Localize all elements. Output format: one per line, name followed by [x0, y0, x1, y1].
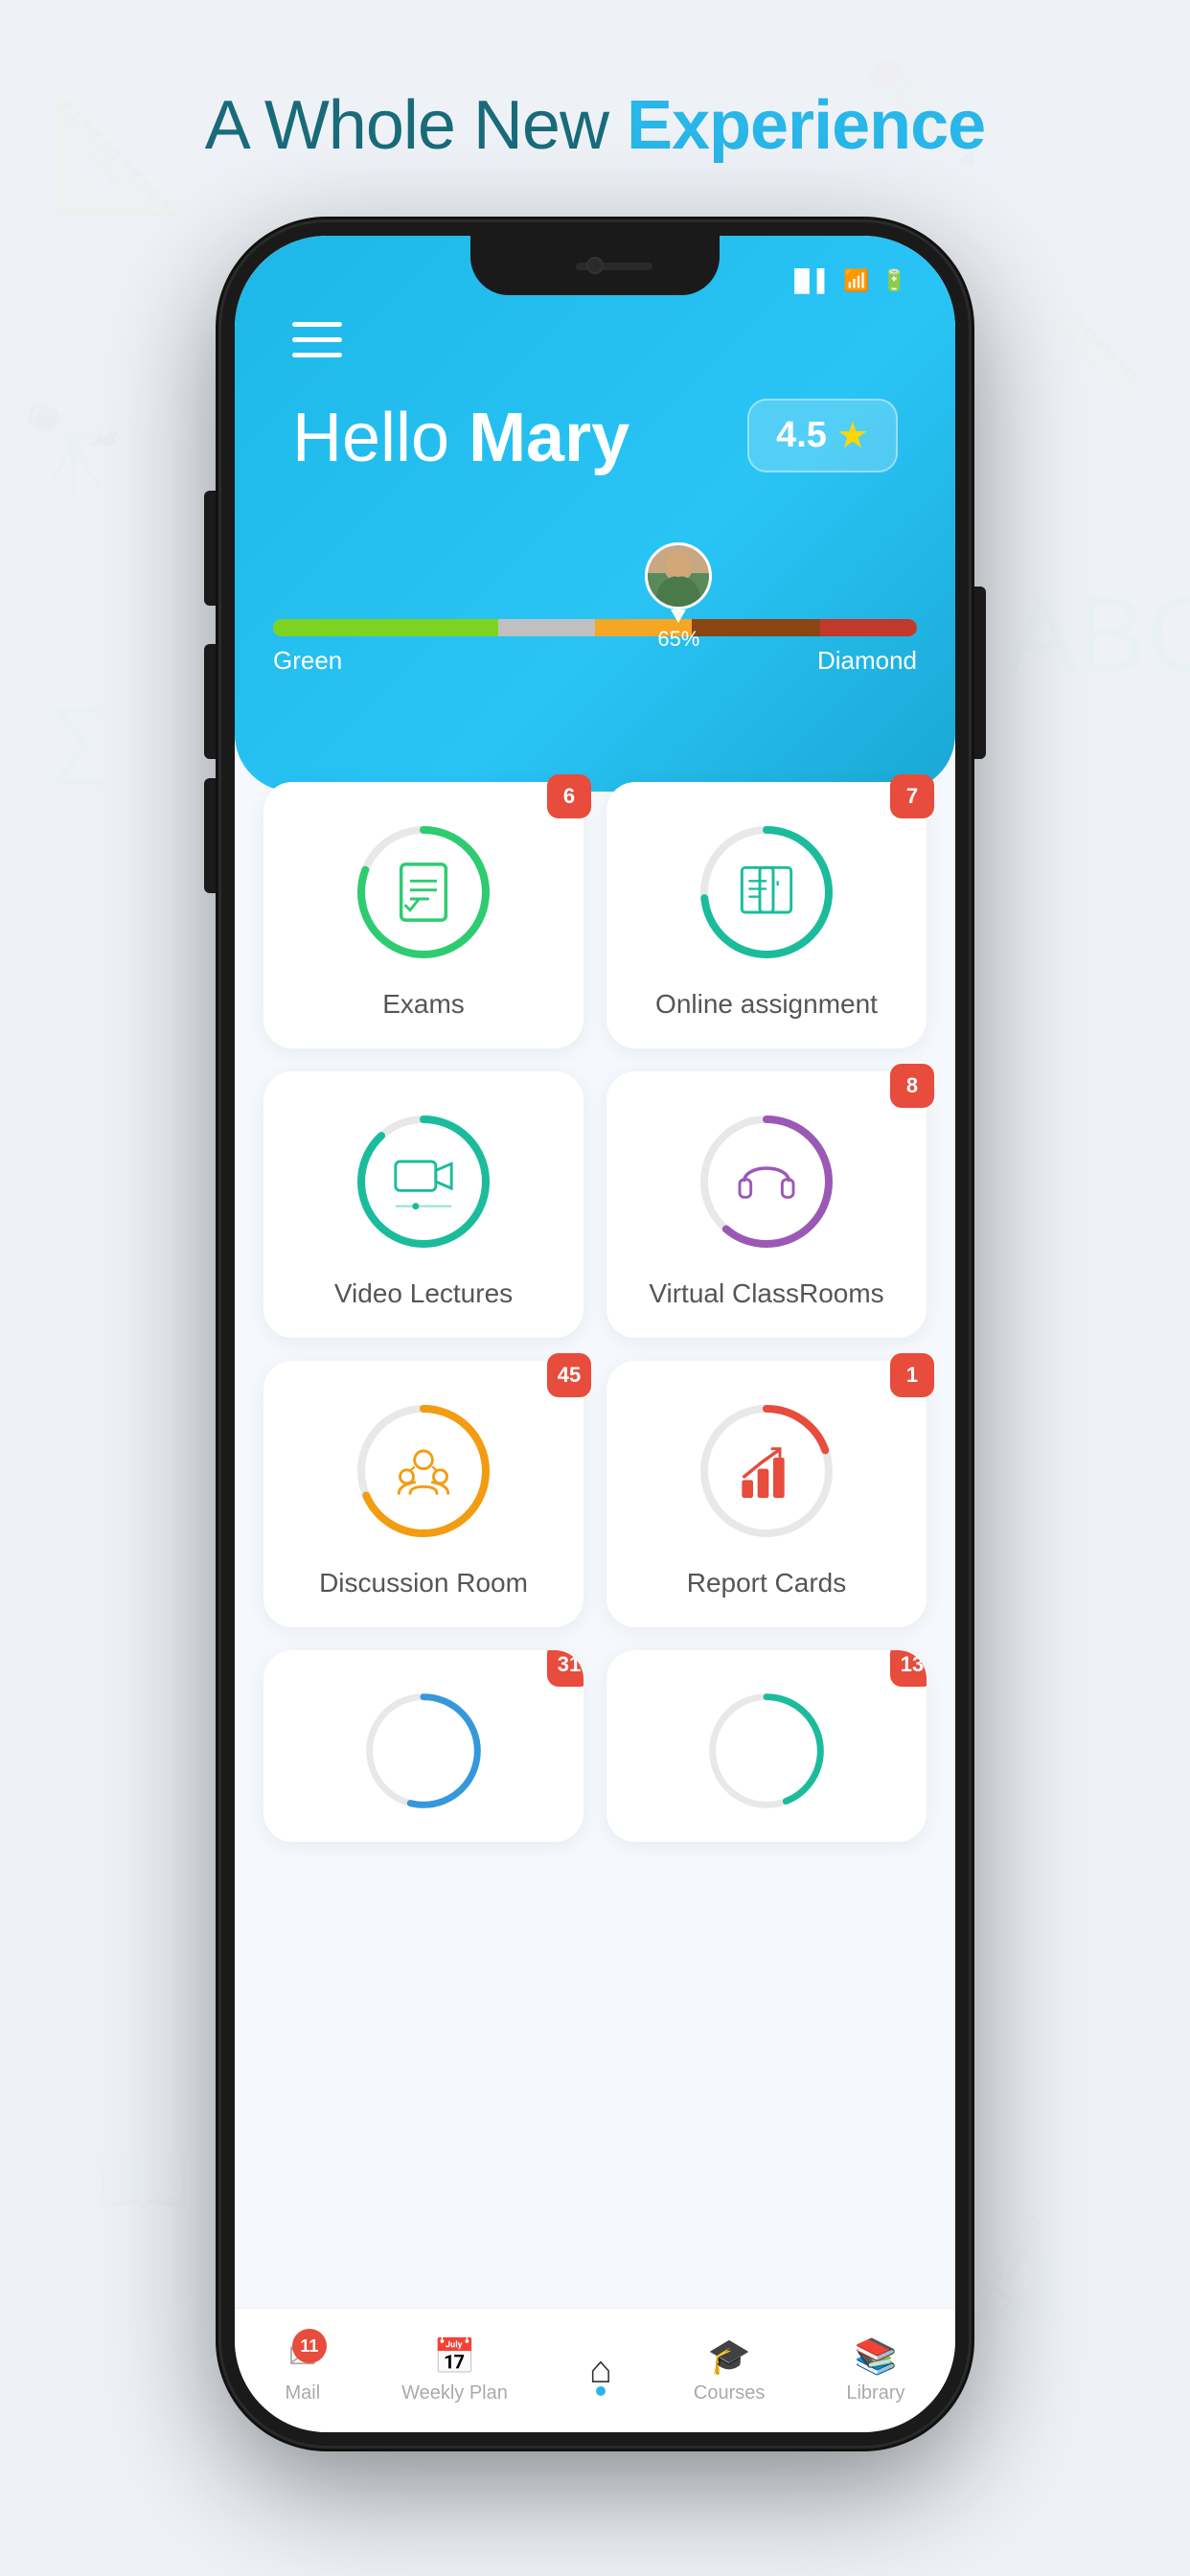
svg-text:∑: ∑ — [48, 690, 109, 786]
svg-text:🔬: 🔬 — [958, 2210, 1078, 2321]
notch — [470, 236, 720, 295]
badge-exams: 6 — [547, 774, 591, 818]
partial-badge-2: 13 — [890, 1650, 927, 1687]
icon-exams — [352, 820, 495, 964]
main-content: 6 — [235, 753, 955, 2327]
discussion-label: Discussion Room — [319, 1568, 528, 1598]
card-discussion-room[interactable]: 45 — [263, 1361, 584, 1627]
nav-courses[interactable]: 🎓 Courses — [694, 2336, 765, 2404]
discussion-icon-inner — [380, 1428, 467, 1514]
report-label: Report Cards — [687, 1568, 847, 1598]
weekly-plan-label: Weekly Plan — [401, 2382, 508, 2404]
cards-grid: 6 — [263, 782, 927, 1627]
hamburger-menu[interactable] — [292, 322, 342, 357]
classrooms-label: Virtual ClassRooms — [649, 1278, 883, 1309]
progress-red — [820, 619, 917, 636]
progress-green — [273, 619, 498, 636]
progress-avatar: 65% — [645, 542, 712, 652]
partial-card-2[interactable]: 13 — [606, 1650, 927, 1842]
svg-text:📏: 📏 — [1054, 313, 1150, 401]
icon-report — [695, 1399, 838, 1543]
card-report-cards[interactable]: 1 — [606, 1361, 927, 1627]
greeting-name: Mary — [469, 400, 629, 476]
header-section: Hello Mary 4.5 ★ — [235, 236, 955, 792]
greeting: Hello Mary — [292, 399, 629, 477]
svg-text:🔭: 🔭 — [19, 401, 126, 498]
star-icon: ★ — [836, 414, 869, 457]
card-online-assignment[interactable]: 7 — [606, 782, 927, 1048]
page-title: A Whole New Experience — [205, 86, 985, 165]
hamburger-line-1 — [292, 322, 342, 327]
phone-device: ▐▌▌ 📶 🔋 Hello Mary 4.5 ★ — [221, 222, 969, 2446]
video-icon-inner — [380, 1138, 467, 1225]
nav-library[interactable]: 📚 Library — [846, 2336, 904, 2404]
badge-report: 1 — [890, 1353, 934, 1397]
report-icon-inner — [723, 1428, 810, 1514]
svg-text:📖: 📖 — [96, 2135, 192, 2220]
nav-mail[interactable]: ✉ 11 Mail — [285, 2336, 320, 2404]
rating-number: 4.5 — [776, 415, 827, 456]
title-bold: Experience — [627, 87, 985, 164]
badge-assignment: 7 — [890, 774, 934, 818]
signal-icon: ▐▌▌ — [787, 268, 832, 293]
weekly-plan-icon: 📅 — [433, 2336, 476, 2377]
partial-badge-1: 31 — [547, 1650, 584, 1687]
assignment-label: Online assignment — [655, 989, 878, 1020]
video-label: Video Lectures — [334, 1278, 513, 1309]
courses-icon: 🎓 — [708, 2336, 751, 2377]
title-normal: A Whole New — [205, 87, 627, 164]
badge-discussion: 45 — [547, 1353, 591, 1397]
battery-icon: 🔋 — [881, 268, 907, 293]
level-end-label: Diamond — [817, 646, 917, 676]
library-label: Library — [846, 2382, 904, 2404]
card-exams[interactable]: 6 — [263, 782, 584, 1048]
progress-labels: Green Diamond — [273, 646, 917, 676]
progress-percent: 65% — [657, 627, 699, 652]
courses-label: Courses — [694, 2382, 765, 2404]
library-icon: 📚 — [855, 2336, 898, 2377]
nav-home[interactable]: ⌂ — [589, 2349, 612, 2392]
greeting-normal: Hello — [292, 400, 469, 476]
level-start-label: Green — [273, 646, 342, 676]
mail-badge: 11 — [292, 2329, 327, 2363]
icon-video — [352, 1110, 495, 1254]
rating-badge: 4.5 ★ — [747, 399, 898, 472]
progress-section: 65% Green Diamond — [273, 542, 917, 676]
hamburger-line-2 — [292, 337, 342, 342]
progress-gray — [498, 619, 595, 636]
wifi-icon: 📶 — [843, 268, 869, 293]
nav-weekly-plan[interactable]: 📅 Weekly Plan — [401, 2336, 508, 2404]
bottom-nav: ✉ 11 Mail 📅 Weekly Plan ⌂ 🎓 Courses 📚 Li… — [235, 2308, 955, 2432]
progress-bar — [273, 619, 917, 636]
assignment-icon-inner — [723, 849, 810, 935]
avatar-pin — [671, 610, 686, 623]
partial-cards-row: 31 13 — [263, 1650, 927, 1842]
icon-assignment — [695, 820, 838, 964]
headphones-icon-inner — [723, 1138, 810, 1225]
badge-classrooms: 8 — [890, 1064, 934, 1108]
card-video-lectures[interactable]: Video Lectures — [263, 1071, 584, 1338]
hamburger-line-3 — [292, 353, 342, 357]
partial-card-1[interactable]: 31 — [263, 1650, 584, 1842]
icon-classrooms — [695, 1110, 838, 1254]
phone-screen: ▐▌▌ 📶 🔋 Hello Mary 4.5 ★ — [235, 236, 955, 2432]
svg-text:ABC: ABC — [1006, 576, 1190, 694]
status-icons: ▐▌▌ 📶 🔋 — [787, 268, 907, 293]
exams-icon-inner — [380, 849, 467, 935]
icon-discussion — [352, 1399, 495, 1543]
camera — [586, 257, 604, 274]
exams-label: Exams — [382, 989, 465, 1020]
home-active-dot — [596, 2386, 606, 2396]
mail-label: Mail — [285, 2382, 320, 2404]
avatar-image — [645, 542, 712, 610]
svg-text:📐: 📐 — [48, 87, 191, 218]
card-virtual-classrooms[interactable]: 8 Vir — [606, 1071, 927, 1338]
